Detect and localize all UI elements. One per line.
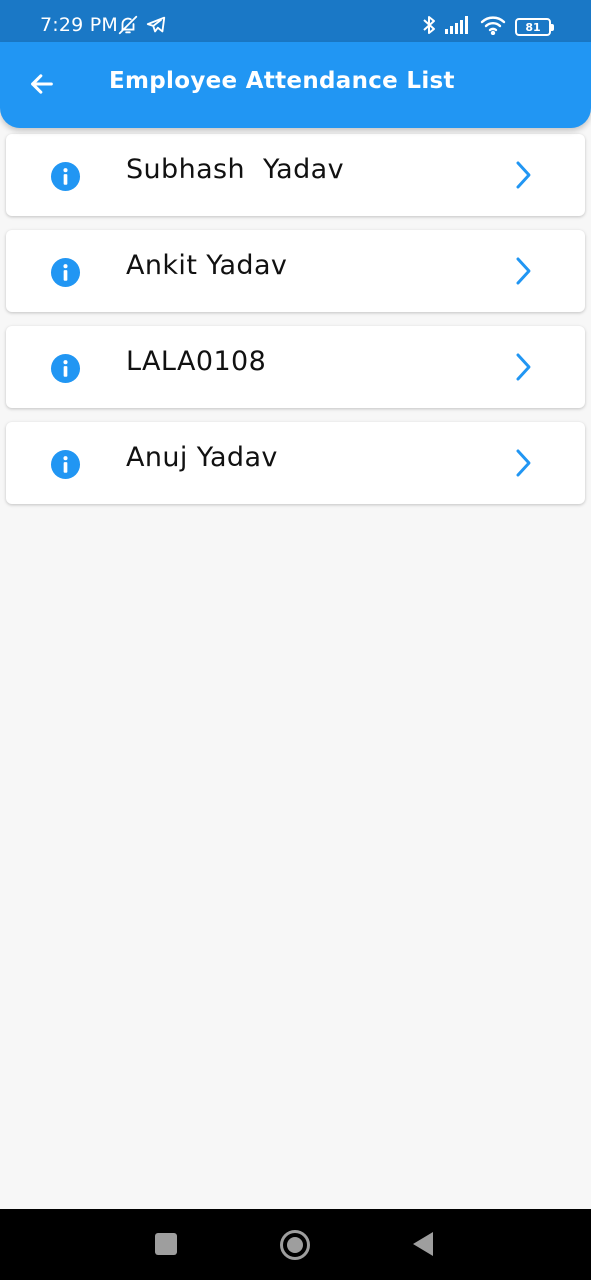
employee-list: Subhash Yadav Ankit Yadav LALA0108 Anuj … (6, 134, 585, 518)
chevron-right-icon[interactable] (511, 256, 535, 286)
telegram-icon (145, 14, 167, 40)
chevron-right-icon[interactable] (511, 352, 535, 382)
employee-name: Subhash Yadav (126, 154, 344, 185)
status-time: 7:29 PM (40, 14, 118, 36)
back-button[interactable] (22, 64, 62, 104)
bell-off-icon (117, 14, 139, 40)
info-icon (50, 449, 81, 480)
bluetooth-icon (422, 14, 436, 40)
info-icon (50, 257, 81, 288)
battery-icon: 81 (515, 18, 554, 36)
system-nav-bar (0, 1209, 591, 1280)
employee-name: Anuj Yadav (126, 442, 278, 473)
info-icon (50, 353, 81, 384)
list-item[interactable]: Subhash Yadav (6, 134, 585, 216)
page-title: Employee Attendance List (109, 68, 455, 94)
recents-button[interactable] (154, 1232, 178, 1256)
wifi-icon (480, 15, 506, 39)
chevron-right-icon[interactable] (511, 448, 535, 478)
info-icon (50, 161, 81, 192)
battery-level: 81 (525, 20, 541, 34)
list-item[interactable]: Anuj Yadav (6, 422, 585, 504)
chevron-right-icon[interactable] (511, 160, 535, 190)
list-item[interactable]: LALA0108 (6, 326, 585, 408)
app-screen: 7:29 PM 81 Employee Attendance List Subh… (0, 0, 591, 1280)
employee-name: Ankit Yadav (126, 250, 288, 281)
nav-back-button[interactable] (411, 1231, 435, 1257)
employee-name: LALA0108 (126, 346, 267, 377)
home-button[interactable] (279, 1229, 311, 1261)
list-item[interactable]: Ankit Yadav (6, 230, 585, 312)
signal-icon (445, 16, 471, 38)
app-bar: Employee Attendance List (0, 42, 591, 128)
arrow-left-icon (31, 74, 53, 94)
